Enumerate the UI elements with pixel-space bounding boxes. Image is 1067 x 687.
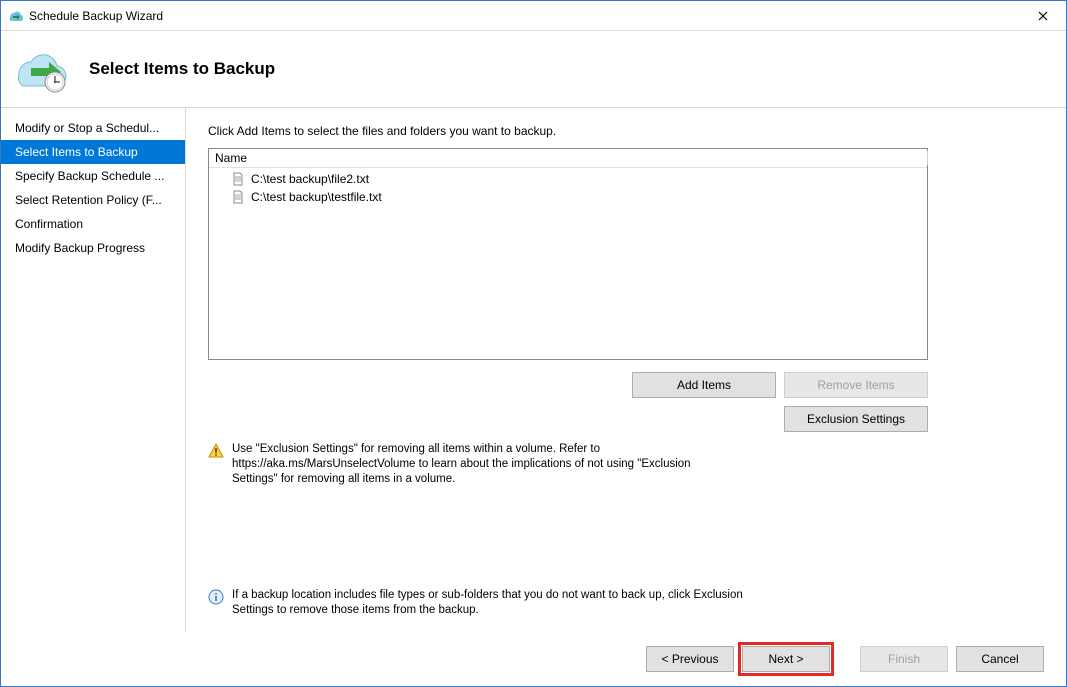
cancel-button[interactable]: Cancel — [956, 646, 1044, 672]
step-retention-policy[interactable]: Select Retention Policy (F... — [1, 188, 185, 212]
wizard-body: Modify or Stop a Schedul... Select Items… — [1, 107, 1066, 632]
step-confirmation[interactable]: Confirmation — [1, 212, 185, 236]
wizard-footer: < Previous Next > Finish Cancel — [1, 632, 1066, 686]
warning-icon — [208, 443, 224, 459]
step-specify-schedule[interactable]: Specify Backup Schedule ... — [1, 164, 185, 188]
list-item[interactable]: C:\test backup\testfile.txt — [231, 188, 927, 206]
window-title: Schedule Backup Wizard — [29, 9, 1020, 23]
next-button[interactable]: Next > — [742, 646, 830, 672]
warning-text: Use "Exclusion Settings" for removing al… — [232, 442, 728, 487]
list-item[interactable]: C:\test backup\file2.txt — [231, 170, 927, 188]
add-items-button[interactable]: Add Items — [632, 372, 776, 398]
info-icon — [208, 589, 224, 605]
wizard-header: Select Items to Backup — [1, 31, 1066, 107]
wizard-steps-sidebar: Modify or Stop a Schedul... Select Items… — [1, 108, 186, 632]
page-title: Select Items to Backup — [89, 59, 275, 79]
exclusion-settings-button[interactable]: Exclusion Settings — [784, 406, 928, 432]
file-icon — [231, 190, 245, 204]
step-modify-or-stop[interactable]: Modify or Stop a Schedul... — [1, 116, 185, 140]
titlebar: Schedule Backup Wizard — [1, 1, 1066, 31]
wizard-main: Click Add Items to select the files and … — [186, 108, 1066, 632]
remove-items-button: Remove Items — [784, 372, 928, 398]
item-buttons-row: Add Items Remove Items — [208, 372, 928, 398]
app-icon — [7, 8, 23, 24]
column-header-name[interactable]: Name — [209, 149, 927, 168]
item-path: C:\test backup\file2.txt — [251, 172, 369, 186]
items-container: C:\test backup\file2.txt C:\test backup\… — [209, 168, 927, 206]
item-path: C:\test backup\testfile.txt — [251, 190, 382, 204]
items-listbox[interactable]: Name C:\test backup\file2.txt C:\test ba… — [208, 148, 928, 360]
warning-note: Use "Exclusion Settings" for removing al… — [208, 442, 728, 487]
close-button[interactable] — [1020, 1, 1066, 31]
step-modify-progress[interactable]: Modify Backup Progress — [1, 236, 185, 260]
info-text: If a backup location includes file types… — [232, 588, 768, 618]
column-headers: Name — [209, 149, 927, 168]
info-note: If a backup location includes file types… — [208, 548, 768, 618]
instruction-text: Click Add Items to select the files and … — [208, 124, 1044, 138]
exclusion-button-row: Exclusion Settings — [208, 406, 928, 432]
file-icon — [231, 172, 245, 186]
step-select-items[interactable]: Select Items to Backup — [1, 140, 185, 164]
wizard-window: Schedule Backup Wizard Select Items to B… — [0, 0, 1067, 687]
previous-button[interactable]: < Previous — [646, 646, 734, 672]
finish-button: Finish — [860, 646, 948, 672]
backup-logo-icon — [11, 44, 71, 94]
